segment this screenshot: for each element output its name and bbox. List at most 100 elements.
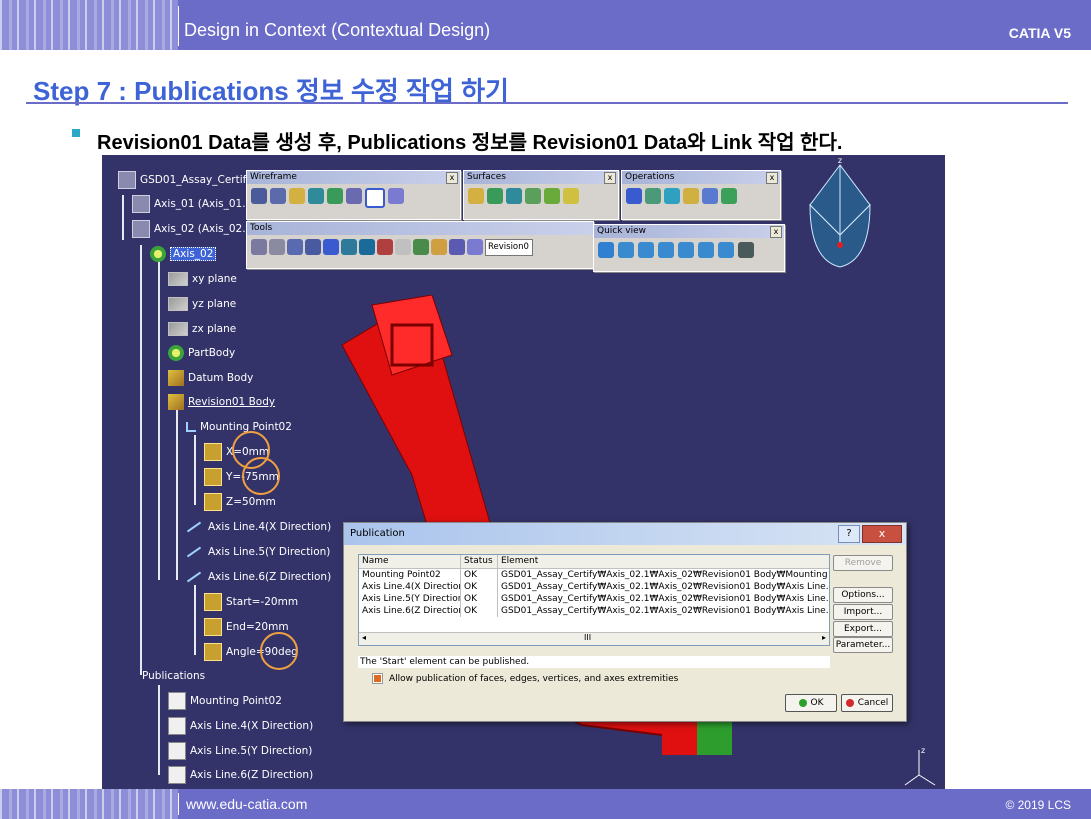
loft-icon[interactable] (544, 188, 560, 204)
extrude-icon[interactable] (468, 188, 484, 204)
allow-publication-checkbox[interactable]: Allow publication of faces, edges, verti… (372, 673, 678, 684)
body-icon[interactable] (467, 239, 483, 255)
top-view-icon[interactable] (698, 242, 714, 258)
tree-item-start-param[interactable]: Start=-20mm (204, 593, 298, 611)
fill-icon[interactable] (563, 188, 579, 204)
line-icon[interactable] (270, 188, 286, 204)
fillet-icon[interactable] (683, 188, 699, 204)
axis-icon[interactable] (287, 239, 303, 255)
tree-item-pub-mounting[interactable]: Mounting Point02 (168, 692, 282, 710)
tree-item-zx-plane[interactable]: zx plane (168, 320, 236, 338)
clock-icon[interactable] (269, 239, 285, 255)
front-view-icon[interactable] (618, 242, 634, 258)
tree-item-revision-body[interactable]: Revision01 Body (168, 393, 275, 411)
spline-icon[interactable] (388, 188, 404, 204)
catalog-icon[interactable] (431, 239, 447, 255)
cancel-button[interactable]: Cancel (841, 694, 893, 712)
column-header-name[interactable]: Name (359, 555, 461, 568)
left-view-icon[interactable] (658, 242, 674, 258)
tree-item-line6[interactable]: Axis Line.6(Z Direction) (186, 568, 331, 586)
current-body-field[interactable]: Revision0 (485, 239, 533, 256)
revolve-icon[interactable] (487, 188, 503, 204)
work-on-support-icon[interactable] (323, 239, 339, 255)
remove-button[interactable]: Remove (833, 555, 893, 571)
tree-item-yz-plane[interactable]: yz plane (168, 295, 236, 313)
help-button[interactable]: ? (838, 525, 860, 543)
tree-item-xy-plane[interactable]: xy plane (168, 270, 237, 288)
circle-icon[interactable] (365, 188, 385, 208)
import-button[interactable]: Import... (833, 604, 893, 620)
right-view-icon[interactable] (678, 242, 694, 258)
tree-item-publications[interactable]: Publications (142, 667, 205, 685)
table-row[interactable]: Axis Line.5(Y Direction) OK GSD01_Assay_… (359, 593, 829, 605)
intersection-icon[interactable] (327, 188, 343, 204)
extract-icon[interactable] (664, 188, 680, 204)
sphere-icon[interactable] (506, 188, 522, 204)
back-view-icon[interactable] (638, 242, 654, 258)
tree-item-partbody[interactable]: PartBody (168, 344, 235, 362)
toolbar-tools[interactable]: Tools Revision0 (246, 221, 594, 269)
export-button[interactable]: Export... (833, 621, 893, 637)
close-button[interactable]: x (862, 525, 902, 543)
analysis-icon[interactable] (395, 239, 411, 255)
compass-widget[interactable]: z (790, 155, 890, 275)
parameter-icon (204, 643, 222, 661)
3d-icon[interactable] (359, 239, 375, 255)
tree-item-axis01[interactable]: Axis_01 (Axis_01.1 (132, 195, 252, 213)
sweep-icon[interactable] (525, 188, 541, 204)
close-icon[interactable]: x (604, 172, 616, 184)
column-header-status[interactable]: Status (461, 555, 498, 568)
iso-view-icon[interactable] (598, 242, 614, 258)
point-icon[interactable] (251, 188, 267, 204)
measure-icon[interactable] (413, 239, 429, 255)
toolbar-quick-view[interactable]: Quick view x (593, 224, 785, 272)
list-icon[interactable] (449, 239, 465, 255)
column-header-element[interactable]: Element (498, 555, 829, 568)
table-row[interactable]: Axis Line.4(X Direction) OK GSD01_Assay_… (359, 581, 829, 593)
toolbar-title: Operations (622, 171, 780, 184)
footer-url[interactable]: www.edu-catia.com (186, 796, 307, 812)
projection-icon[interactable] (308, 188, 324, 204)
join-icon[interactable] (626, 188, 642, 204)
update-icon[interactable] (251, 239, 267, 255)
grid-icon[interactable] (305, 239, 321, 255)
scissors-icon[interactable] (377, 239, 393, 255)
offset-icon[interactable] (346, 188, 362, 204)
named-view-icon[interactable] (738, 242, 754, 258)
checkbox-icon[interactable] (372, 673, 383, 684)
close-icon[interactable]: x (766, 172, 778, 184)
split-icon[interactable] (645, 188, 661, 204)
tree-item-pub-line4[interactable]: Axis Line.4(X Direction) (168, 717, 313, 735)
tree-item-datum-body[interactable]: Datum Body (168, 369, 253, 387)
parameter-button[interactable]: Parameter... (833, 637, 893, 653)
tree-item-line4[interactable]: Axis Line.4(X Direction) (186, 518, 331, 536)
tree-item-pub-line6[interactable]: Axis Line.6(Z Direction) (168, 766, 313, 784)
table-row[interactable]: Axis Line.6(Z Direction) OK GSD01_Assay_… (359, 605, 829, 617)
toolbar-wireframe[interactable]: Wireframe x (246, 170, 461, 220)
ok-button[interactable]: OK (785, 694, 837, 712)
plane-icon[interactable] (289, 188, 305, 204)
toolbar-surfaces[interactable]: Surfaces x (463, 170, 619, 220)
datum-icon[interactable] (341, 239, 357, 255)
tree-item-axis02[interactable]: Axis_02 (Axis_02.1 (132, 220, 252, 238)
extrapolate-icon[interactable] (721, 188, 737, 204)
tree-item-pub-line5[interactable]: Axis Line.5(Y Direction) (168, 742, 312, 760)
tree-item-line5[interactable]: Axis Line.5(Y Direction) (186, 543, 330, 561)
scroll-right-icon[interactable]: ▸ (822, 633, 826, 642)
horizontal-scrollbar[interactable]: ◂ III ▸ (359, 632, 829, 645)
close-icon[interactable]: x (770, 226, 782, 238)
tree-item-z-param[interactable]: Z=50mm (204, 493, 276, 511)
scroll-left-icon[interactable]: ◂ (362, 633, 366, 642)
publication-dialog[interactable]: Publication ? x Name Status Element Moun… (343, 522, 907, 722)
bottom-view-icon[interactable] (718, 242, 734, 258)
tree-item-mounting-point[interactable]: Mounting Point02 (186, 418, 292, 436)
table-row[interactable]: Mounting Point02 OK GSD01_Assay_Certify₩… (359, 569, 829, 581)
toolbar-operations[interactable]: Operations x (621, 170, 781, 220)
transform-icon[interactable] (702, 188, 718, 204)
close-icon[interactable]: x (446, 172, 458, 184)
tree-item-axis02-part[interactable]: Axis_02 (150, 245, 217, 263)
scroll-thumb[interactable]: III (584, 633, 591, 642)
tree-root[interactable]: GSD01_Assay_Certify (118, 171, 252, 189)
options-button[interactable]: Options... (833, 587, 893, 603)
publication-table[interactable]: Name Status Element Mounting Point02 OK … (358, 554, 830, 646)
